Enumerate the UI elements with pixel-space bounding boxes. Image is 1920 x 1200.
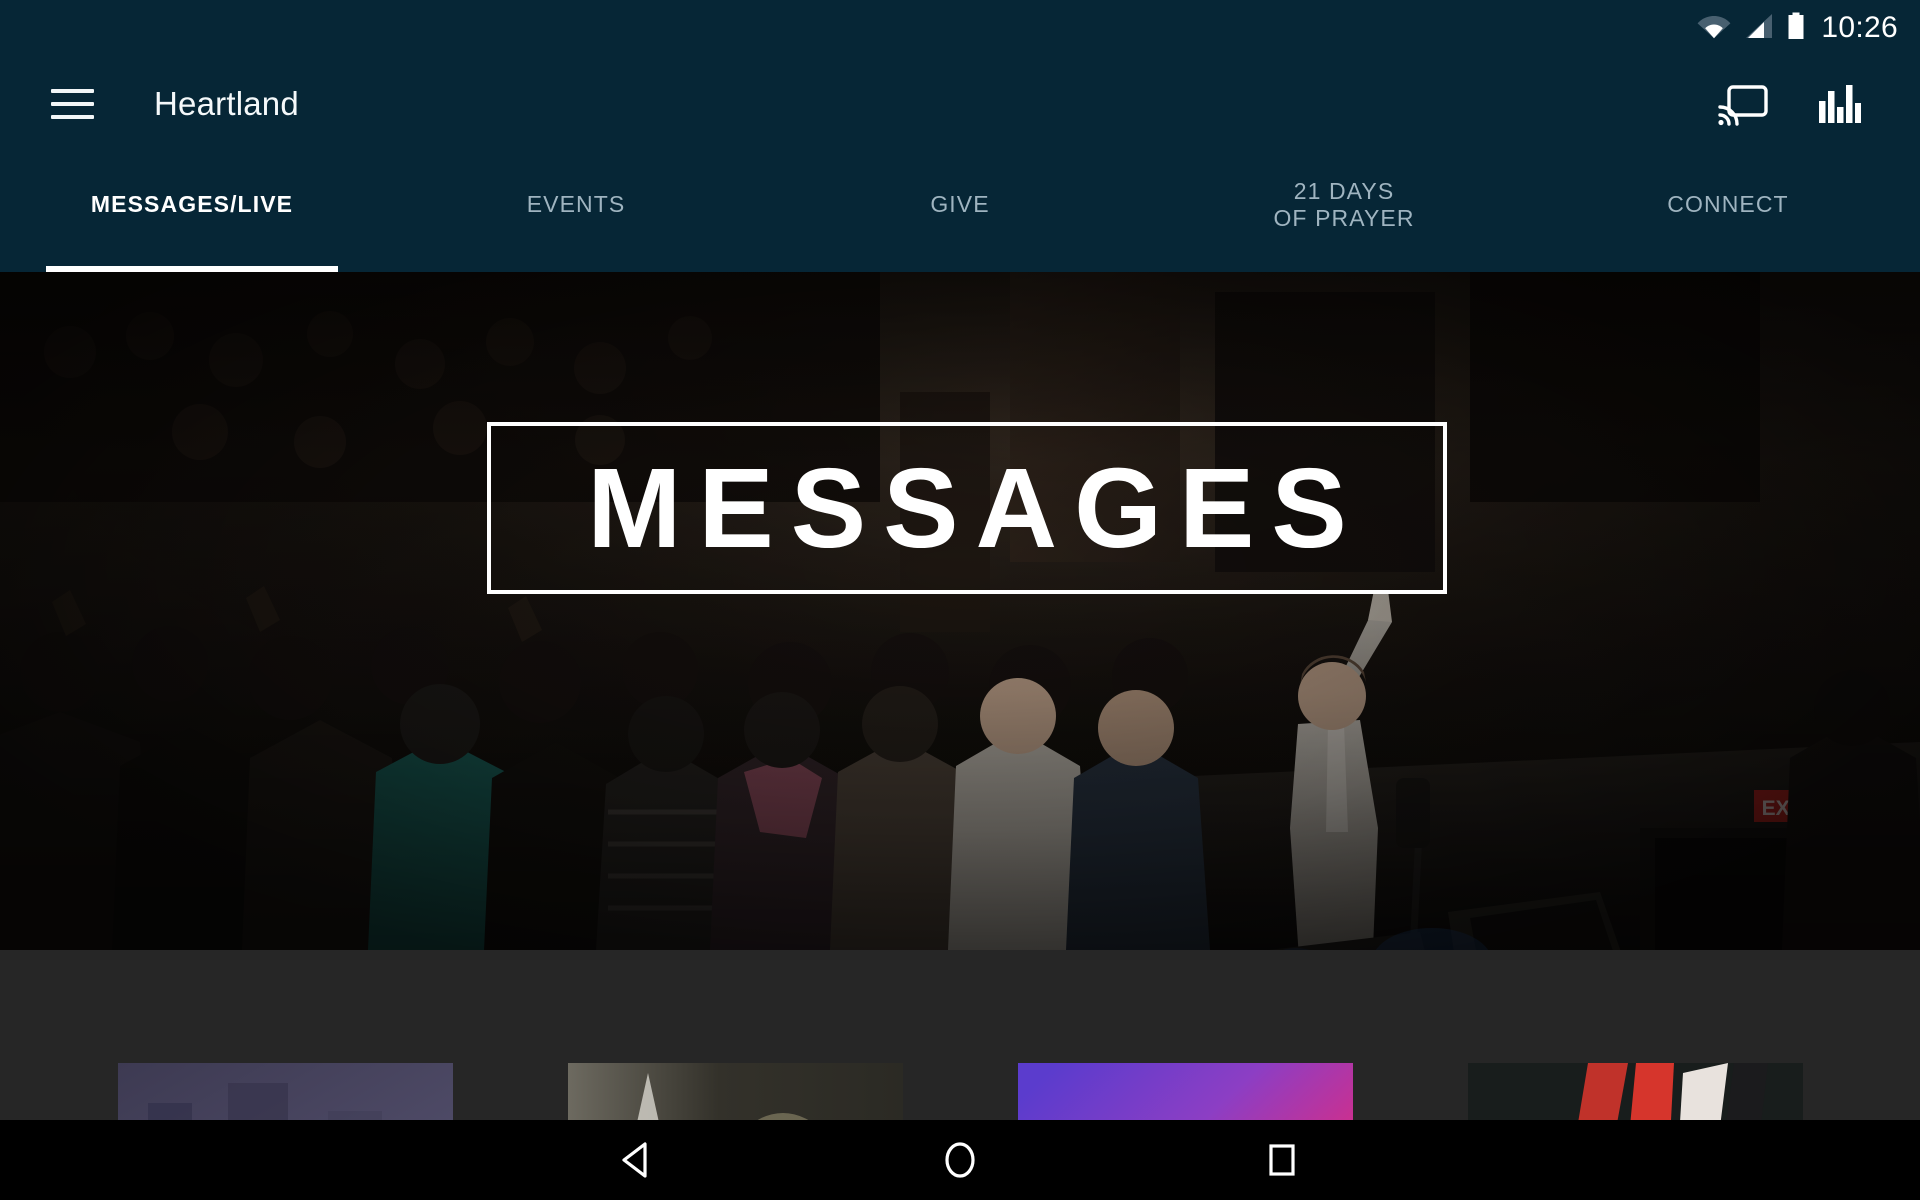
card-artwork [1018, 1063, 1353, 1120]
app-screen: 10:26 Heartland MESSAGES/LIVE EVENTS GIV… [0, 0, 1920, 1200]
tab-label: MESSAGES/LIVE [90, 191, 294, 218]
app-title: Heartland [154, 85, 299, 122]
tab-events[interactable]: EVENTS [384, 152, 768, 272]
tab-messages-live[interactable]: MESSAGES/LIVE [0, 152, 384, 272]
tab-label: CONNECT [1667, 191, 1789, 218]
card-artwork [118, 1063, 453, 1120]
hero-banner[interactable]: EXIT [0, 272, 1920, 950]
tab-21-days-of-prayer[interactable]: 21 DAYS OF PRAYER [1152, 152, 1536, 272]
app-bar: Heartland [0, 56, 1920, 152]
menu-bar-3 [50, 115, 94, 119]
list-item[interactable] [568, 1063, 903, 1120]
nav-back-button[interactable] [608, 1130, 668, 1190]
cast-icon[interactable] [1716, 77, 1770, 131]
wifi-icon [1697, 13, 1731, 44]
menu-bar-2 [50, 102, 94, 106]
tab-label: 21 DAYS OF PRAYER [1273, 177, 1415, 231]
content-area [0, 950, 1920, 1120]
tab-bar: MESSAGES/LIVE EVENTS GIVE 21 DAYS OF PRA… [0, 152, 1920, 272]
status-clock: 10:26 [1821, 11, 1898, 44]
status-bar: 10:26 [0, 0, 1920, 56]
list-item[interactable] [118, 1063, 453, 1120]
tab-give[interactable]: GIVE [768, 152, 1152, 272]
list-item[interactable] [1018, 1063, 1353, 1120]
hamburger-menu-icon[interactable] [35, 67, 109, 141]
app-bar-actions [1716, 77, 1920, 131]
menu-bar-1 [50, 89, 94, 93]
list-item[interactable] [1468, 1063, 1803, 1120]
battery-icon [1787, 12, 1805, 45]
tab-label: GIVE [930, 191, 990, 218]
equalizer-icon[interactable] [1812, 77, 1866, 131]
cell-signal-icon [1744, 13, 1774, 44]
card-rail[interactable] [118, 1063, 1803, 1120]
nav-recents-button[interactable] [1252, 1130, 1312, 1190]
card-artwork [1468, 1063, 1803, 1120]
hero-overlay [0, 272, 1920, 950]
hero-title: MESSAGES [587, 444, 1364, 571]
tab-label: EVENTS [526, 191, 626, 218]
tab-connect[interactable]: CONNECT [1536, 152, 1920, 272]
hero-title-frame: MESSAGES [487, 422, 1447, 594]
android-nav-bar [0, 1120, 1920, 1200]
nav-home-button[interactable] [930, 1130, 990, 1190]
card-artwork [568, 1063, 903, 1120]
